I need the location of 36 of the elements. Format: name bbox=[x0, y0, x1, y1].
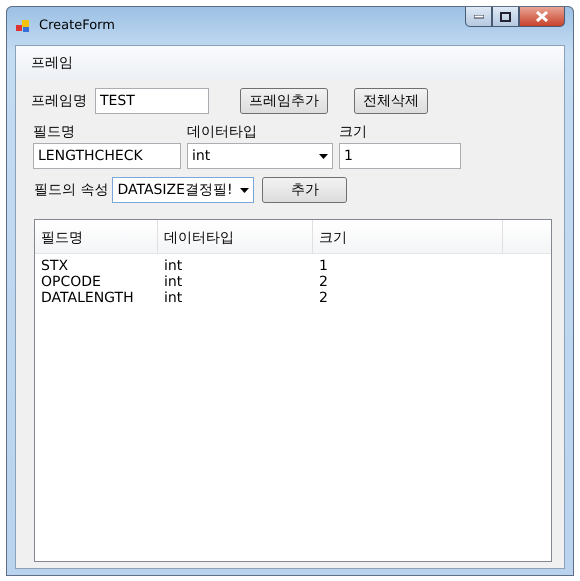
field-attribute-label: 필드의 속성 bbox=[34, 180, 108, 200]
table-cell: 2 bbox=[319, 274, 328, 290]
size-field[interactable]: 1 bbox=[339, 143, 461, 169]
add-button[interactable]: 추가 bbox=[262, 177, 348, 203]
close-button[interactable] bbox=[519, 7, 565, 27]
table-cell: int bbox=[164, 258, 182, 274]
table-cell: DATALENGTH bbox=[41, 290, 134, 306]
add-frame-button[interactable]: 프레임추가 bbox=[240, 88, 328, 114]
column-header[interactable]: 필드명 bbox=[35, 220, 158, 253]
data-type-dropdown[interactable]: int bbox=[187, 143, 333, 169]
table-cell: 2 bbox=[319, 290, 328, 306]
minimize-icon bbox=[474, 14, 484, 18]
table-cell: OPCODE bbox=[41, 274, 101, 290]
frame-name-label: 프레임명 bbox=[31, 92, 87, 110]
data-type-label: 데이터타입 bbox=[187, 123, 258, 142]
app-icon bbox=[15, 18, 31, 34]
maximize-icon bbox=[500, 12, 511, 22]
maximize-button[interactable] bbox=[492, 7, 519, 27]
minimize-button[interactable] bbox=[465, 7, 492, 27]
table-cell: 1 bbox=[319, 258, 328, 274]
field-attribute-dropdown[interactable]: DATASIZE결정필! bbox=[112, 177, 254, 203]
column-header[interactable]: 데이터타입 bbox=[158, 220, 313, 253]
caret-icon bbox=[240, 188, 250, 192]
table-cell: int bbox=[164, 274, 182, 290]
column-header[interactable]: 크기 bbox=[313, 220, 503, 253]
window-title: CreateForm bbox=[39, 17, 115, 36]
clear-all-button[interactable]: 전체삭제 bbox=[354, 88, 428, 114]
field-name-label: 필드명 bbox=[33, 123, 76, 142]
menu-item[interactable]: 프레임 bbox=[24, 50, 80, 76]
size-label: 크기 bbox=[339, 123, 368, 142]
caret-icon bbox=[319, 154, 328, 158]
close-icon bbox=[536, 11, 548, 22]
table-cell: STX bbox=[41, 258, 68, 274]
table-cell: int bbox=[164, 290, 182, 306]
field-name-field[interactable]: LENGTHCHECK bbox=[33, 143, 181, 169]
frame-name-field[interactable]: TEST bbox=[95, 88, 209, 114]
